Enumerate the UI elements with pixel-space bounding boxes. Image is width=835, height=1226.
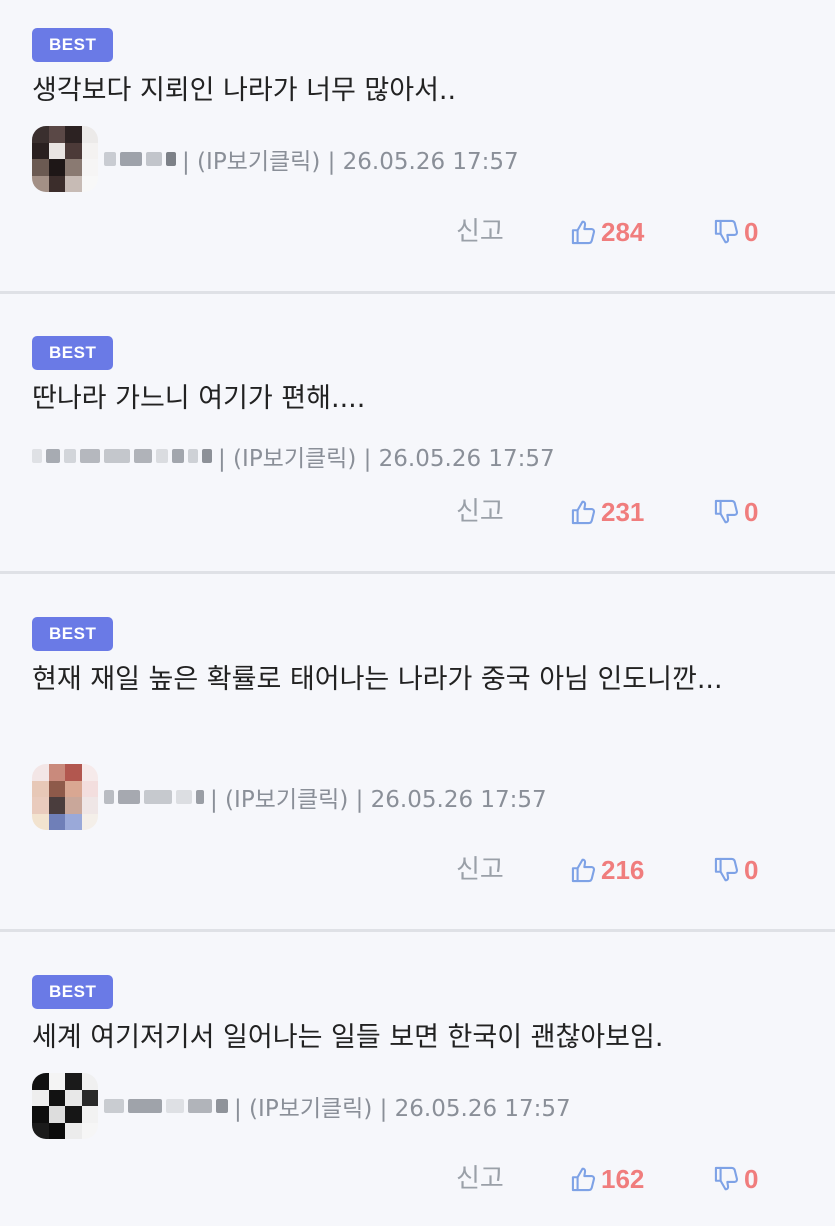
like-count: 216 (601, 854, 645, 885)
comment-info: | (IP보기클릭) | 26.05.26 17:57 (182, 149, 519, 175)
report-button[interactable]: 신고 (456, 492, 504, 532)
thumbs-up-icon (570, 498, 598, 526)
like-button[interactable]: 231 (570, 492, 644, 532)
divider (0, 291, 835, 294)
comment-text: 생각보다 지뢰인 나라가 너무 많아서.. (32, 75, 457, 106)
thumbs-down-icon (713, 218, 741, 246)
thumbs-down-icon (713, 498, 741, 526)
divider (0, 571, 835, 574)
comment-text: 딴나라 가느니 여기가 편해.... (32, 383, 366, 414)
report-button[interactable]: 신고 (456, 212, 504, 252)
comment-actions: 신고 231 0 (0, 492, 835, 532)
thumbs-up-icon (570, 218, 598, 246)
comment-meta: | (IP보기클릭) | 26.05.26 17:57 (32, 764, 547, 830)
avatar[interactable] (32, 1073, 98, 1139)
report-button[interactable]: 신고 (456, 1159, 504, 1199)
like-button[interactable]: 216 (570, 850, 644, 890)
like-count: 162 (601, 1163, 645, 1194)
comment-info: | (IP보기클릭) | 26.05.26 17:57 (234, 1096, 571, 1122)
username-blurred[interactable] (104, 150, 176, 168)
dislike-button[interactable]: 0 (713, 1159, 758, 1199)
dislike-button[interactable]: 0 (713, 850, 758, 890)
like-button[interactable]: 162 (570, 1159, 644, 1199)
dislike-count: 0 (744, 854, 759, 885)
comment-info: | (IP보기클릭) | 26.05.26 17:57 (210, 787, 547, 813)
report-button[interactable]: 신고 (456, 850, 504, 890)
thumbs-down-icon (713, 1165, 741, 1193)
comment-meta: | (IP보기클릭) | 26.05.26 17:57 (32, 1073, 571, 1139)
comment-meta: | (IP보기클릭) | 26.05.26 17:57 (32, 438, 555, 474)
comment-meta: | (IP보기클릭) | 26.05.26 17:57 (32, 126, 519, 192)
like-button[interactable]: 284 (570, 212, 644, 252)
avatar[interactable] (32, 126, 98, 192)
dislike-count: 0 (744, 496, 759, 527)
best-badge: BEST (32, 975, 114, 1009)
dislike-button[interactable]: 0 (713, 212, 758, 252)
username-blurred[interactable] (104, 1097, 228, 1115)
avatar[interactable] (32, 764, 98, 830)
dislike-count: 0 (744, 1163, 759, 1194)
username-blurred[interactable] (104, 788, 204, 806)
divider (0, 929, 835, 932)
thumbs-down-icon (713, 856, 741, 884)
username-blurred[interactable] (32, 447, 212, 465)
best-badge: BEST (32, 28, 114, 62)
like-count: 284 (601, 216, 645, 247)
comment-actions: 신고 162 0 (0, 1159, 835, 1199)
comment-text: 현재 재일 높은 확률로 태어나는 나라가 중국 아님 인도니깐... (32, 664, 723, 695)
thumbs-up-icon (570, 1165, 598, 1193)
comment-actions: 신고 216 0 (0, 850, 835, 890)
comment-text: 세계 여기저기서 일어나는 일들 보면 한국이 괜찮아보임. (32, 1022, 664, 1053)
comment-info: | (IP보기클릭) | 26.05.26 17:57 (218, 446, 555, 472)
best-badge: BEST (32, 336, 114, 370)
comment-actions: 신고 284 0 (0, 212, 835, 252)
like-count: 231 (601, 496, 645, 527)
dislike-button[interactable]: 0 (713, 492, 758, 532)
best-badge: BEST (32, 617, 114, 651)
thumbs-up-icon (570, 856, 598, 884)
dislike-count: 0 (744, 216, 759, 247)
